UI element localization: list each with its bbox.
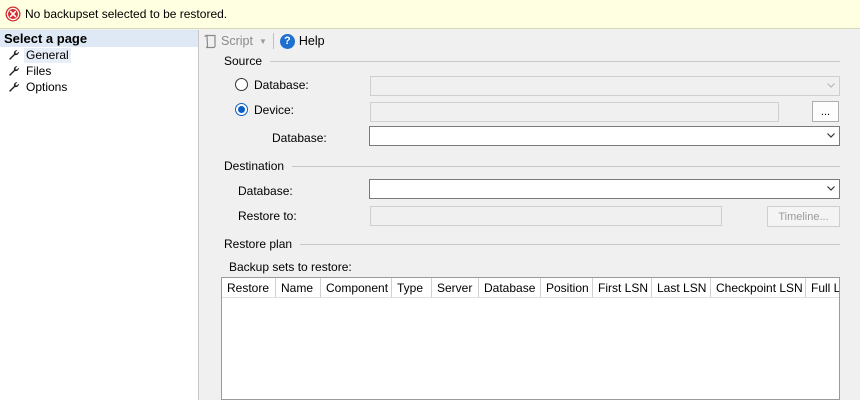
chevron-down-icon (827, 186, 835, 191)
destination-database-label: Database: (238, 184, 293, 198)
backup-sets-grid[interactable]: Restore Name Component Type Server Datab… (221, 277, 840, 400)
wrench-icon (9, 66, 19, 76)
help-label: Help (298, 34, 325, 48)
column-header-first-lsn[interactable]: First LSN (593, 278, 652, 297)
help-button[interactable]: ? Help (279, 33, 325, 49)
column-header-server[interactable]: Server (432, 278, 479, 297)
source-database-radio[interactable] (235, 78, 248, 91)
chevron-down-icon[interactable]: ▼ (259, 37, 267, 46)
column-header-full-lsn[interactable]: Full LSN (806, 278, 839, 297)
restore-plan-title: Restore plan (224, 237, 293, 251)
sidebar-item-label: Options (26, 79, 68, 94)
chevron-down-icon (827, 133, 835, 138)
script-label: Script (221, 34, 253, 48)
error-bar: No backupset selected to be restored. (0, 0, 860, 29)
destination-section-header: Destination (224, 159, 840, 173)
sidebar-item-options[interactable]: Options (0, 79, 198, 95)
help-icon: ? (279, 33, 295, 49)
destination-title: Destination (224, 159, 285, 173)
script-icon (204, 34, 216, 48)
divider (292, 165, 840, 167)
column-header-name[interactable]: Name (276, 278, 321, 297)
column-header-type[interactable]: Type (392, 278, 432, 297)
source-database-select[interactable] (370, 76, 840, 96)
source-device-database-label: Database: (272, 131, 327, 145)
source-section-header: Source (224, 54, 840, 68)
timeline-button[interactable]: Timeline... (767, 206, 840, 227)
restore-plan-section-header: Restore plan (224, 237, 840, 251)
sidebar-item-general[interactable]: General (0, 47, 198, 63)
sidebar-title: Select a page (0, 30, 198, 47)
toolbar: Script ▼ ? Help (200, 30, 860, 52)
sidebar-item-files[interactable]: Files (0, 63, 198, 79)
error-x-icon (5, 6, 21, 22)
sidebar-item-label: Files (26, 63, 52, 78)
grid-header: Restore Name Component Type Server Datab… (222, 278, 839, 298)
column-header-position[interactable]: Position (541, 278, 593, 297)
source-device-database-select[interactable] (369, 126, 840, 146)
column-header-component[interactable]: Component (321, 278, 392, 297)
backup-sets-label: Backup sets to restore: (229, 260, 352, 274)
sidebar-item-label: General (24, 47, 71, 63)
wrench-icon (9, 82, 19, 92)
source-device-radio-label: Device: (254, 103, 295, 117)
destination-database-select[interactable] (369, 179, 840, 199)
column-header-restore[interactable]: Restore (222, 278, 276, 297)
source-database-radio-label: Database: (254, 78, 309, 92)
browse-device-button[interactable]: ... (812, 101, 839, 122)
source-title: Source (224, 54, 263, 68)
script-button[interactable]: Script ▼ (204, 34, 267, 49)
page-selector-sidebar: Select a page General Files Options (0, 30, 199, 400)
toolbar-separator (272, 33, 274, 49)
column-header-database[interactable]: Database (479, 278, 541, 297)
column-header-checkpoint-lsn[interactable]: Checkpoint LSN (711, 278, 806, 297)
chevron-down-icon (827, 83, 835, 88)
divider (300, 243, 840, 245)
source-device-field[interactable] (370, 102, 779, 122)
error-message: No backupset selected to be restored. (25, 7, 228, 21)
divider (270, 60, 840, 62)
column-header-last-lsn[interactable]: Last LSN (652, 278, 711, 297)
wrench-icon (9, 50, 19, 60)
restore-to-label: Restore to: (238, 209, 297, 223)
restore-to-field[interactable] (370, 206, 722, 226)
source-device-radio[interactable] (235, 103, 248, 116)
